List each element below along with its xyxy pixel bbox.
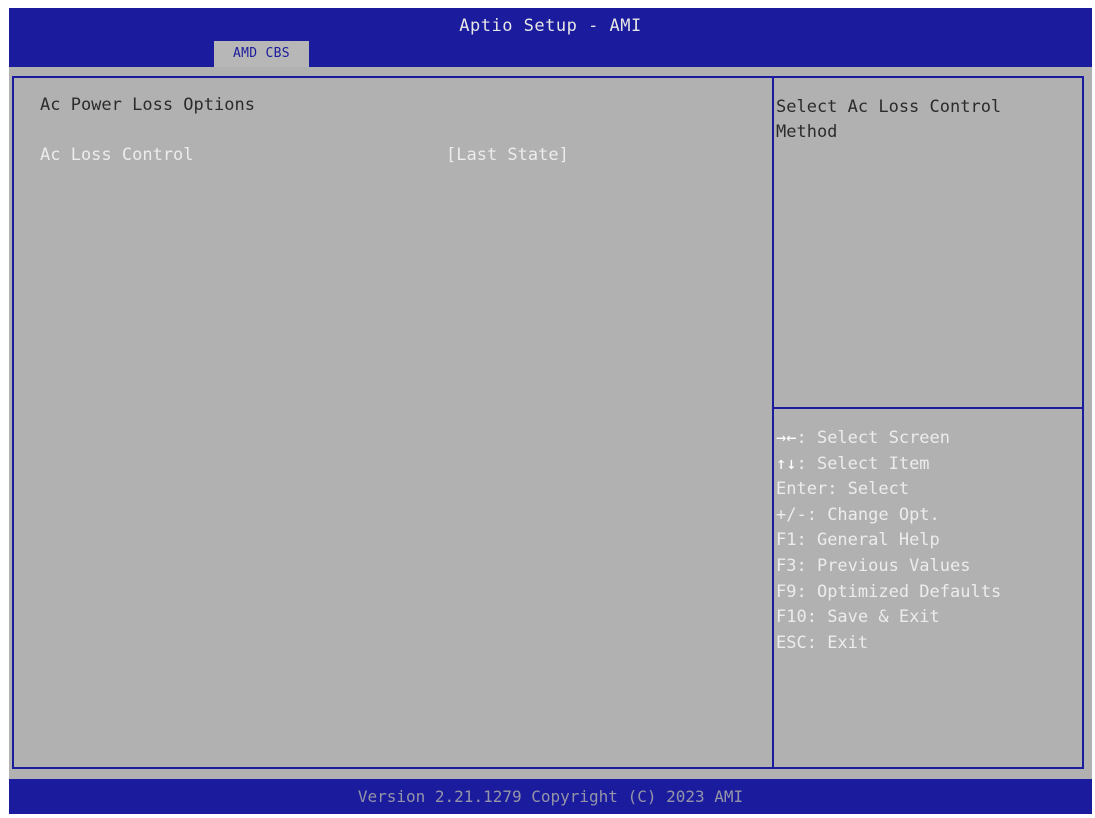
help-divider bbox=[774, 407, 1082, 409]
key-name: F9 bbox=[776, 581, 797, 602]
status-bar: Version 2.21.1279 Copyright (C) 2023 AMI bbox=[9, 779, 1092, 814]
key-legend-item: Enter: Select bbox=[776, 477, 1001, 503]
item-help-text: Select Ac Loss Control Method bbox=[776, 97, 1002, 142]
title-bar: Aptio Setup - AMI AMD CBS bbox=[9, 8, 1092, 67]
key-action: : Change Opt. bbox=[806, 504, 940, 525]
key-action: : Optimized Defaults bbox=[796, 581, 1002, 602]
key-legend-item: +/-: Change Opt. bbox=[776, 503, 1001, 529]
key-legend-item: F3: Previous Values bbox=[776, 554, 1001, 580]
key-action: : Save & Exit bbox=[806, 607, 940, 628]
key-action: : Previous Values bbox=[796, 555, 971, 576]
key-legend-item: ESC: Exit bbox=[776, 631, 1001, 657]
ac-loss-control-label: Ac Loss Control bbox=[40, 145, 194, 165]
key-name: F10 bbox=[776, 607, 807, 628]
key-legend-item: ↑↓: Select Item bbox=[776, 452, 1001, 478]
key-legend-item: →←: Select Screen bbox=[776, 426, 1001, 452]
key-legend-item: F10: Save & Exit bbox=[776, 605, 1001, 631]
key-legend-item: F1: General Help bbox=[776, 528, 1001, 554]
version-text: Version 2.21.1279 Copyright (C) 2023 AMI bbox=[357, 787, 744, 806]
settings-panel: Ac Power Loss Options Ac Loss Control [L… bbox=[14, 78, 772, 767]
section-heading: Ac Power Loss Options bbox=[40, 95, 255, 115]
app-title: Aptio Setup - AMI bbox=[459, 16, 642, 36]
tab-amd-cbs[interactable]: AMD CBS bbox=[214, 41, 309, 67]
ac-loss-control-value[interactable]: [Last State] bbox=[446, 145, 569, 165]
key-name: ESC bbox=[776, 632, 807, 653]
key-action: : Select Item bbox=[796, 453, 930, 474]
help-panel: Select Ac Loss Control Method →←: Select… bbox=[774, 78, 1082, 767]
key-action: : Select bbox=[827, 479, 910, 500]
key-action: : Select Screen bbox=[796, 428, 951, 448]
key-name: F3 bbox=[776, 555, 797, 576]
key-legend-item: F9: Optimized Defaults bbox=[776, 580, 1001, 606]
left-right-arrows-icon: →← bbox=[776, 428, 797, 448]
up-down-arrows-icon: ↑↓ bbox=[776, 453, 797, 474]
key-name: F1 bbox=[776, 530, 797, 551]
ac-loss-control-setting[interactable]: Ac Loss Control [Last State] bbox=[14, 142, 772, 168]
key-legend: →←: Select Screen ↑↓: Select Item Enter:… bbox=[776, 426, 1001, 656]
key-action: : General Help bbox=[796, 530, 940, 551]
key-action: : Exit bbox=[806, 632, 869, 653]
bios-setup-screen: Aptio Setup - AMI AMD CBS Ac Power Loss … bbox=[9, 8, 1092, 814]
key-name: Enter bbox=[776, 479, 828, 500]
key-name: +/- bbox=[776, 504, 807, 525]
main-frame: Ac Power Loss Options Ac Loss Control [L… bbox=[12, 76, 1084, 769]
